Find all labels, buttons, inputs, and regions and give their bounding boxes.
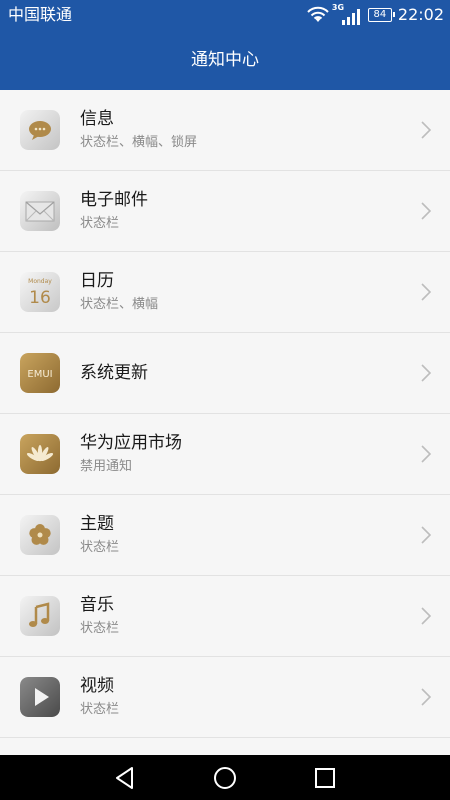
- app-row-video[interactable]: 视频 状态栏: [0, 657, 450, 738]
- clock: 22:02: [397, 5, 444, 24]
- title-bar: 通知中心: [0, 30, 450, 90]
- messages-icon: [20, 110, 60, 150]
- notification-settings-summary: 状态栏: [80, 702, 120, 717]
- huawei-appgallery-icon: [20, 434, 60, 474]
- system-navigation-bar: [0, 755, 450, 800]
- status-indicators: 3G 84 22:02: [307, 3, 444, 26]
- notification-settings-summary: 禁用通知: [80, 459, 133, 474]
- chevron-right-icon: [421, 526, 432, 544]
- home-icon: [214, 767, 236, 789]
- chevron-right-icon: [421, 445, 432, 463]
- notification-settings-summary: 状态栏、横幅、锁屏: [80, 135, 198, 150]
- page-title: 通知中心: [191, 50, 259, 70]
- chevron-right-icon: [421, 283, 432, 301]
- chevron-right-icon: [421, 688, 432, 706]
- notification-settings-summary: 状态栏、横幅: [80, 297, 159, 312]
- chevron-right-icon: [421, 121, 432, 139]
- app-name: 系统更新: [80, 363, 148, 383]
- app-row-partial[interactable]: [0, 738, 450, 755]
- recent-apps-button[interactable]: [312, 765, 338, 791]
- emui-logo-text: EMUI: [27, 369, 52, 380]
- music-icon: [20, 596, 60, 636]
- app-name: 音乐: [80, 595, 114, 615]
- back-icon: [116, 767, 133, 789]
- signal-bars-icon: [341, 9, 360, 25]
- cell-signal: 3G: [332, 3, 360, 25]
- system-update-icon: EMUI: [20, 353, 60, 393]
- wifi-icon: [307, 6, 329, 22]
- app-row-themes[interactable]: 主题 状态栏: [0, 495, 450, 576]
- battery-icon: 84: [367, 8, 395, 22]
- app-name: 电子邮件: [80, 190, 148, 210]
- app-row-email[interactable]: 电子邮件 状态栏: [0, 171, 450, 252]
- app-name: 华为应用市场: [80, 433, 182, 453]
- app-row-calendar[interactable]: Monday 16 日历 状态栏、横幅: [0, 252, 450, 333]
- chevron-right-icon: [421, 364, 432, 382]
- email-icon: [20, 191, 60, 231]
- home-button[interactable]: [212, 765, 238, 791]
- notification-center-screen: 中国联通 3G 84 22:02 通知中心 信息 状态栏、横幅、锁屏 电子邮件 …: [0, 0, 450, 800]
- recent-apps-icon: [315, 768, 335, 788]
- calendar-weekday-label: Monday: [28, 278, 52, 285]
- notification-settings-summary: 状态栏: [80, 540, 120, 555]
- app-row-messages[interactable]: 信息 状态栏、横幅、锁屏: [0, 90, 450, 171]
- app-name: 主题: [80, 514, 114, 534]
- back-button[interactable]: [112, 765, 138, 791]
- video-icon: [20, 677, 60, 717]
- battery-level: 84: [373, 9, 387, 20]
- notification-settings-summary: 状态栏: [80, 216, 120, 231]
- notification-settings-summary: 状态栏: [80, 621, 120, 636]
- chevron-right-icon: [421, 607, 432, 625]
- app-name: 信息: [80, 109, 114, 129]
- carrier-label: 中国联通: [8, 5, 73, 24]
- calendar-icon: Monday 16: [20, 272, 60, 312]
- app-name: 视频: [80, 676, 114, 696]
- app-row-huawei-appgallery[interactable]: 华为应用市场 禁用通知: [0, 414, 450, 495]
- themes-icon: [20, 515, 60, 555]
- status-bar: 中国联通 3G 84 22:02: [0, 0, 450, 30]
- app-notification-list[interactable]: 信息 状态栏、横幅、锁屏 电子邮件 状态栏 Monday 16 日历 状态栏、横…: [0, 90, 450, 755]
- app-row-music[interactable]: 音乐 状态栏: [0, 576, 450, 657]
- app-row-system-update[interactable]: EMUI 系统更新: [0, 333, 450, 414]
- app-name: 日历: [80, 271, 114, 291]
- calendar-day-number: 16: [29, 288, 51, 308]
- chevron-right-icon: [421, 202, 432, 220]
